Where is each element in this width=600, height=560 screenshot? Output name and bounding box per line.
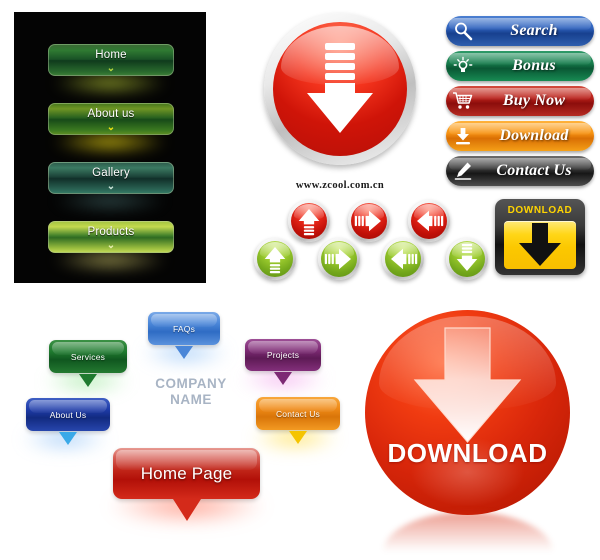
bubble-tip [289, 431, 307, 444]
menu-item-home[interactable]: Home ⌄ [48, 44, 174, 76]
bubble-faqs-label: FAQs [172, 323, 196, 334]
search-button-label: Search [510, 22, 558, 39]
bubble-services-label: Services [70, 351, 106, 362]
chevron-down-icon: ⌄ [106, 240, 116, 251]
icon-set-canvas: Home ⌄ About us ⌄ Gallery ⌄ Products ⌄ w… [0, 0, 600, 560]
download-pill-button-label: Download [499, 127, 569, 144]
company-name-line1: COMPANY [155, 376, 227, 391]
arrow-button-face [321, 241, 357, 277]
bubble-tip [175, 346, 193, 359]
arrow-button-face [351, 203, 387, 239]
bubble-tip [79, 374, 97, 387]
contact-us-button-label: Contact Us [496, 162, 572, 179]
download-square-button[interactable]: DOWNLOAD [495, 199, 585, 275]
bubble-faqs[interactable]: FAQs [148, 312, 220, 359]
magnifier-icon [446, 16, 480, 46]
download-striped-arrow-icon [307, 43, 373, 133]
sphere-reflection [383, 512, 553, 552]
bubble-tip [274, 372, 292, 385]
download-square-face [504, 221, 576, 269]
bubble-projects-label: Projects [266, 350, 300, 360]
red-circle-face [273, 22, 407, 156]
company-name-line2: NAME [170, 392, 212, 407]
arrow-left-icon [417, 210, 444, 232]
watermark-url: www.zcool.com.cn [295, 180, 385, 191]
bubble-home-page[interactable]: Home Page [113, 448, 260, 521]
contact-us-button[interactable]: Contact Us [446, 156, 594, 186]
download-square-label: DOWNLOAD [507, 205, 573, 216]
lightbulb-icon [446, 51, 480, 81]
arrow-button-face [385, 241, 421, 277]
arrow-button-red-up[interactable] [288, 200, 330, 242]
arrow-button-green-down[interactable] [446, 238, 488, 280]
buy-now-button[interactable]: Buy Now [446, 86, 594, 116]
menu-item-gallery-label: Gallery [92, 167, 130, 179]
bubble-contact-us[interactable]: Contact Us [256, 397, 340, 444]
bubble-projects[interactable]: Projects [245, 339, 321, 385]
bubble-tip [172, 499, 201, 521]
dark-menu-panel: Home ⌄ About us ⌄ Gallery ⌄ Products ⌄ [14, 12, 206, 283]
menu-item-home-label: Home [95, 49, 127, 61]
red-download-circle-button[interactable] [264, 13, 416, 165]
arrow-down-icon [519, 223, 561, 266]
download-sphere-button[interactable]: DOWNLOAD [365, 310, 570, 515]
cart-icon [446, 86, 480, 116]
bubble-tip [59, 432, 77, 445]
arrow-left-icon [391, 248, 418, 270]
arrow-button-green-right[interactable] [318, 238, 360, 280]
arrow-up-icon [298, 209, 320, 236]
arrow-up-icon [264, 247, 286, 274]
menu-item-products[interactable]: Products ⌄ [48, 221, 174, 253]
arrow-button-face [449, 241, 485, 277]
arrow-right-icon [354, 210, 381, 232]
download-pill-button[interactable]: Download [446, 121, 594, 151]
arrow-right-icon [324, 248, 351, 270]
menu-item-about-us[interactable]: About us ⌄ [48, 103, 174, 135]
arrow-button-green-left[interactable] [382, 238, 424, 280]
menu-item-products-label: Products [87, 226, 135, 238]
arrow-button-face [411, 203, 447, 239]
bubble-contact-us-label: Contact Us [275, 408, 321, 419]
download-icon [446, 121, 480, 151]
bubble-about-us[interactable]: About Us [26, 398, 110, 445]
arrow-button-red-left[interactable] [408, 200, 450, 242]
arrow-button-red-right[interactable] [348, 200, 390, 242]
pen-icon [446, 156, 480, 186]
down-arrow-icon [413, 327, 522, 443]
arrow-down-icon [456, 243, 478, 271]
bubble-about-us-label: About Us [49, 409, 87, 420]
arrow-button-face [291, 203, 327, 239]
search-button[interactable]: Search [446, 16, 594, 46]
chevron-down-icon: ⌄ [106, 63, 116, 74]
menu-item-about-us-label: About us [87, 108, 135, 120]
buy-now-button-label: Buy Now [502, 92, 566, 109]
arrow-button-green-up[interactable] [254, 238, 296, 280]
bonus-button-label: Bonus [512, 57, 556, 74]
arrow-button-face [257, 241, 293, 277]
chevron-down-icon: ⌄ [106, 122, 116, 133]
bonus-button[interactable]: Bonus [446, 51, 594, 81]
chevron-down-icon: ⌄ [106, 181, 116, 192]
bubble-home-page-label: Home Page [140, 463, 233, 483]
menu-item-gallery[interactable]: Gallery ⌄ [48, 162, 174, 194]
bubble-services[interactable]: Services [49, 340, 127, 387]
company-name: COMPANY NAME [133, 376, 249, 408]
download-sphere-label: DOWNLOAD [387, 438, 548, 468]
